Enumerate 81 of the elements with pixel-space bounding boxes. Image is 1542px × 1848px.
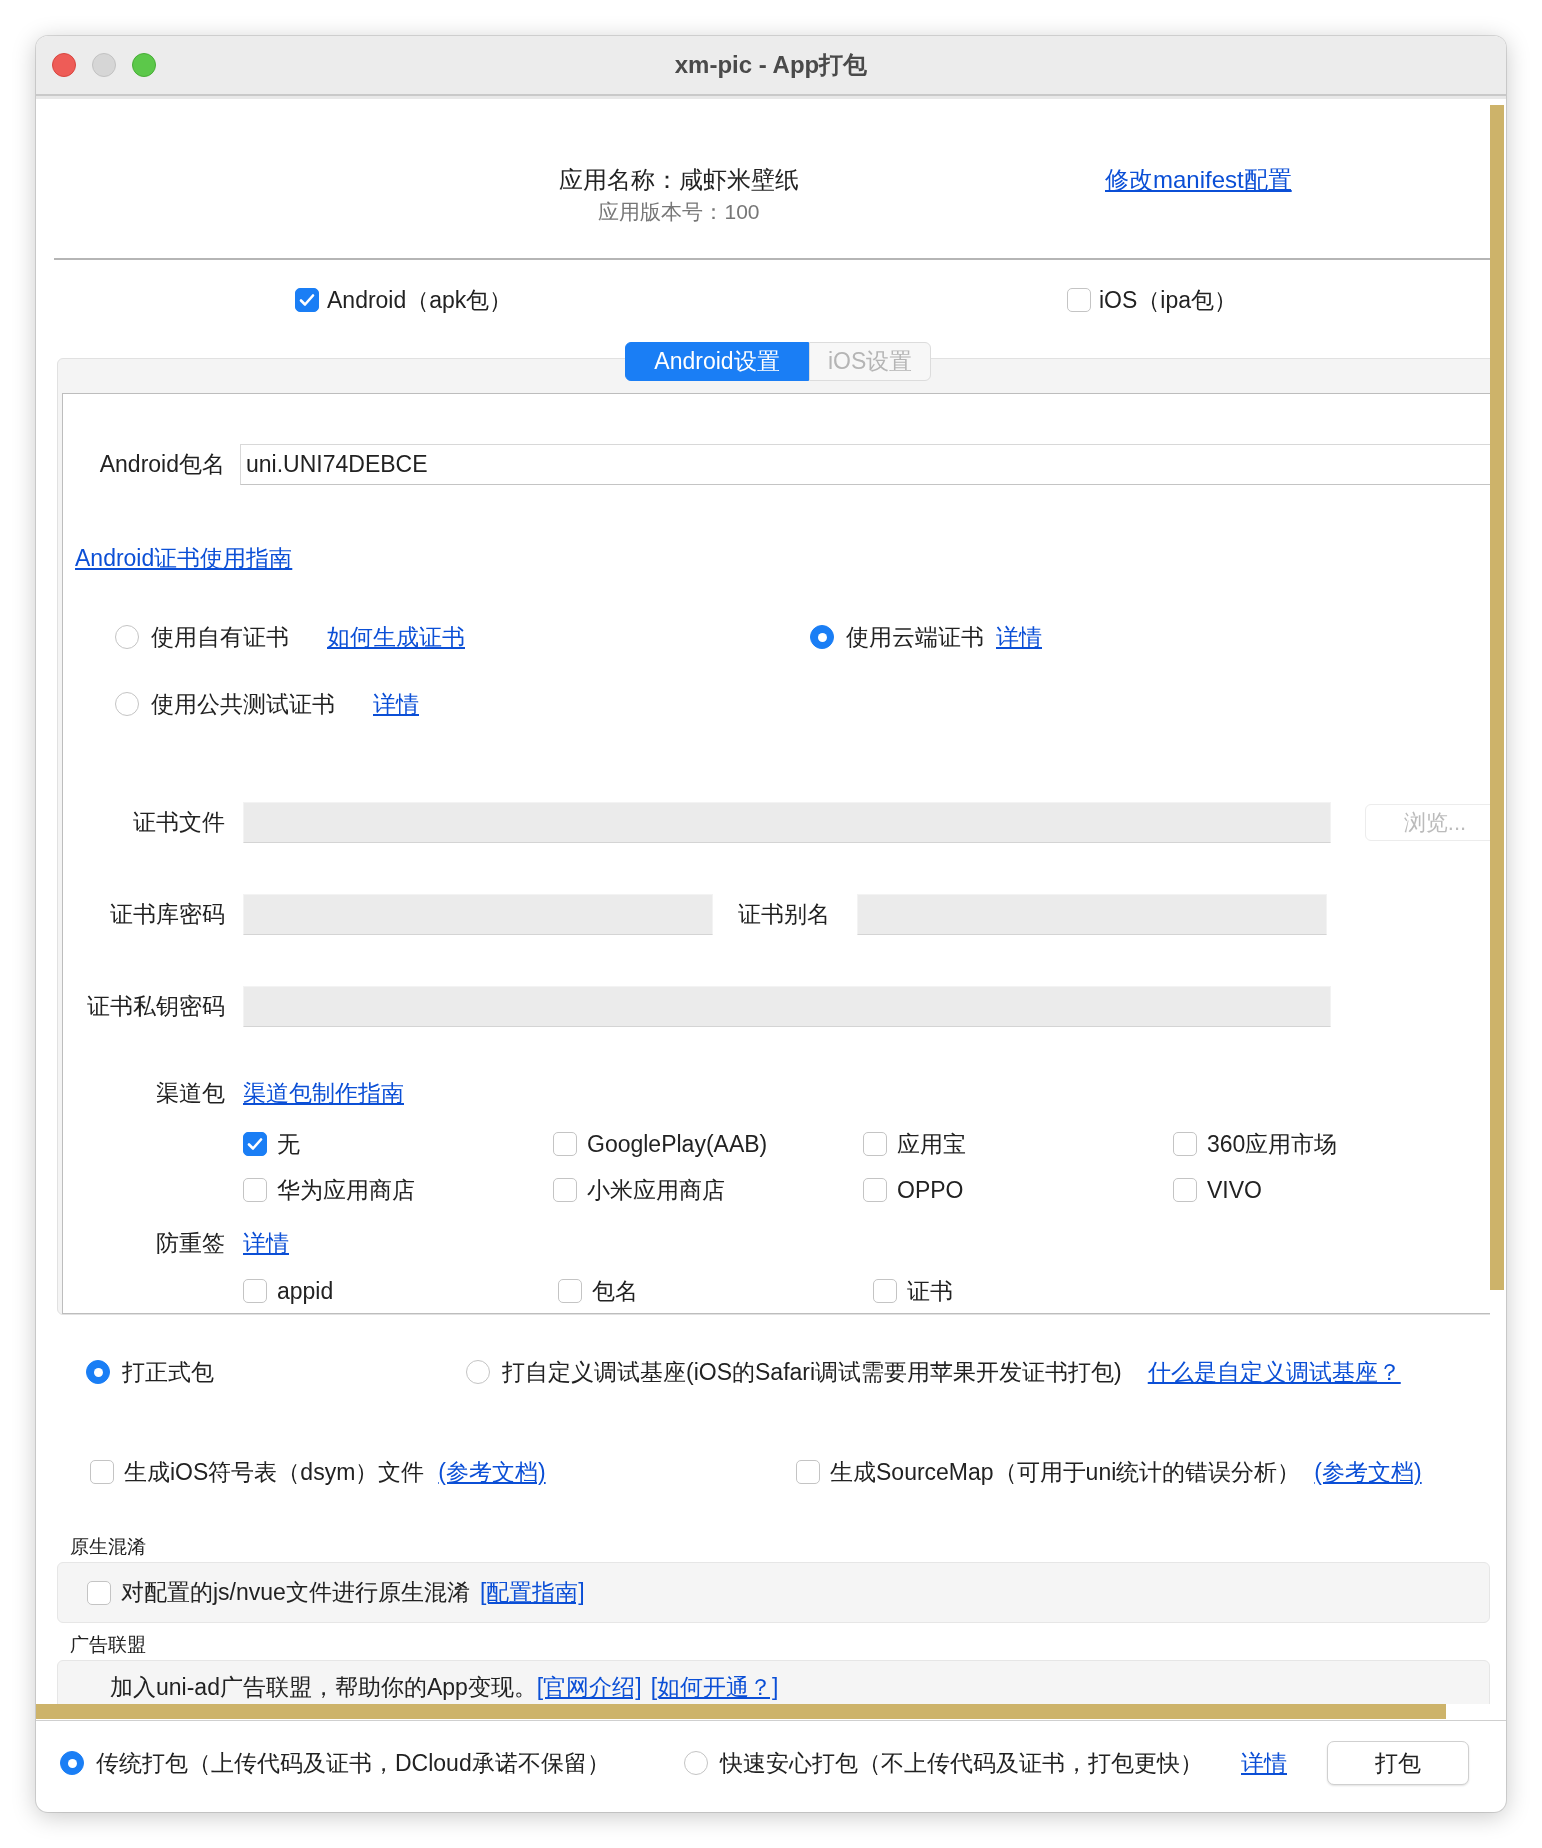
- label: 使用公共测试证书: [151, 689, 335, 719]
- label: 证书别名: [738, 900, 830, 929]
- label: 应用宝: [897, 1129, 966, 1159]
- checkbox[interactable]: [1173, 1132, 1197, 1156]
- label: 使用云端证书: [846, 622, 984, 652]
- section-title: 广告联盟: [69, 1633, 146, 1657]
- link[interactable]: [配置指南]: [479, 1577, 585, 1608]
- label: 打自定义调试基座(iOS的Safari调试需要用苹果开发证书打包): [502, 1357, 1122, 1387]
- label: 小米应用商店: [587, 1175, 725, 1205]
- checkbox[interactable]: [243, 1279, 267, 1303]
- checkbox[interactable]: [873, 1279, 897, 1303]
- label: 华为应用商店: [277, 1175, 415, 1205]
- input-field[interactable]: uni.UNI74DEBCE: [240, 444, 1490, 485]
- tab[interactable]: Android设置: [625, 342, 809, 381]
- label: 包名: [592, 1276, 638, 1306]
- link[interactable]: (参考文档): [1314, 1456, 1422, 1488]
- checkbox[interactable]: [87, 1580, 111, 1605]
- link[interactable]: [官网介绍]: [536, 1672, 642, 1703]
- label: 证书: [907, 1276, 953, 1306]
- scrollbar-thumb[interactable]: [1490, 105, 1504, 1290]
- label: 生成iOS符号表（dsym）文件: [124, 1457, 425, 1487]
- link[interactable]: 详情: [1241, 1747, 1287, 1779]
- link[interactable]: 渠道包制作指南: [243, 1077, 404, 1109]
- window-title: xm-pic - App打包: [674, 50, 868, 80]
- radio-button[interactable]: [684, 1751, 708, 1775]
- radio-button[interactable]: [810, 625, 834, 649]
- label: appid: [277, 1277, 334, 1305]
- link[interactable]: 如何生成证书: [327, 621, 465, 653]
- label: Android包名: [98, 450, 225, 479]
- section-title: 原生混淆: [69, 1535, 146, 1559]
- label: 无: [277, 1129, 300, 1159]
- scrollbar-thumb[interactable]: [36, 1704, 1446, 1719]
- radio-button[interactable]: [466, 1360, 490, 1384]
- radio-button[interactable]: [60, 1751, 84, 1775]
- label: 证书库密码: [109, 900, 225, 929]
- checkbox[interactable]: [90, 1460, 114, 1484]
- checkbox[interactable]: [1173, 1178, 1197, 1202]
- checkbox[interactable]: [558, 1279, 582, 1303]
- label: 快速安心打包（不上传代码及证书，打包更快）: [720, 1748, 1203, 1778]
- link[interactable]: 详情: [996, 621, 1042, 653]
- label: 打正式包: [122, 1357, 214, 1387]
- checkbox[interactable]: [863, 1178, 887, 1202]
- link[interactable]: Android证书使用指南: [75, 542, 293, 574]
- label: OPPO: [897, 1176, 964, 1204]
- label: 对配置的js/nvue文件进行原生混淆: [121, 1578, 470, 1607]
- label: 渠道包: [155, 1078, 225, 1108]
- checkbox[interactable]: [295, 288, 319, 312]
- link[interactable]: 什么是自定义调试基座？: [1147, 1356, 1401, 1388]
- radio-button[interactable]: [115, 692, 139, 716]
- radio-button[interactable]: [115, 625, 139, 649]
- label: 证书文件: [132, 808, 225, 837]
- label: 加入uni-ad广告联盟，帮助你的App变现。: [110, 1673, 537, 1702]
- checkbox[interactable]: [243, 1178, 267, 1202]
- label: 证书私钥密码: [86, 992, 225, 1021]
- label: 生成SourceMap（可用于uni统计的错误分析）: [830, 1457, 1301, 1487]
- label: 传统打包（上传代码及证书，DCloud承诺不保留）: [96, 1748, 610, 1778]
- checkbox[interactable]: [796, 1460, 820, 1484]
- checkbox[interactable]: [553, 1132, 577, 1156]
- label: 360应用市场: [1207, 1129, 1338, 1159]
- link[interactable]: 修改manifest配置: [1105, 163, 1292, 197]
- app-version: 应用版本号：100: [598, 199, 760, 225]
- label: GooglePlay(AAB): [587, 1130, 768, 1158]
- link[interactable]: 详情: [373, 688, 419, 720]
- pack-button[interactable]: 打包: [1327, 1741, 1469, 1785]
- label: iOS（ipa包）: [1099, 285, 1238, 315]
- checkbox[interactable]: [1067, 288, 1091, 312]
- close-button[interactable]: [52, 53, 76, 77]
- zoom-button[interactable]: [132, 53, 156, 77]
- label: Android（apk包）: [327, 285, 513, 315]
- radio-button[interactable]: [86, 1360, 110, 1384]
- label: VIVO: [1207, 1176, 1262, 1204]
- label: 使用自有证书: [151, 622, 289, 652]
- label: 防重签: [155, 1228, 225, 1258]
- link[interactable]: [如何开通？]: [650, 1672, 779, 1703]
- checkbox[interactable]: [243, 1132, 267, 1156]
- minimize-button[interactable]: [92, 53, 116, 77]
- checkbox[interactable]: [553, 1178, 577, 1202]
- checkbox[interactable]: [863, 1132, 887, 1156]
- link[interactable]: (参考文档): [438, 1456, 546, 1488]
- app-name: 应用名称：咸虾米壁纸: [559, 165, 799, 195]
- link[interactable]: 详情: [243, 1227, 289, 1259]
